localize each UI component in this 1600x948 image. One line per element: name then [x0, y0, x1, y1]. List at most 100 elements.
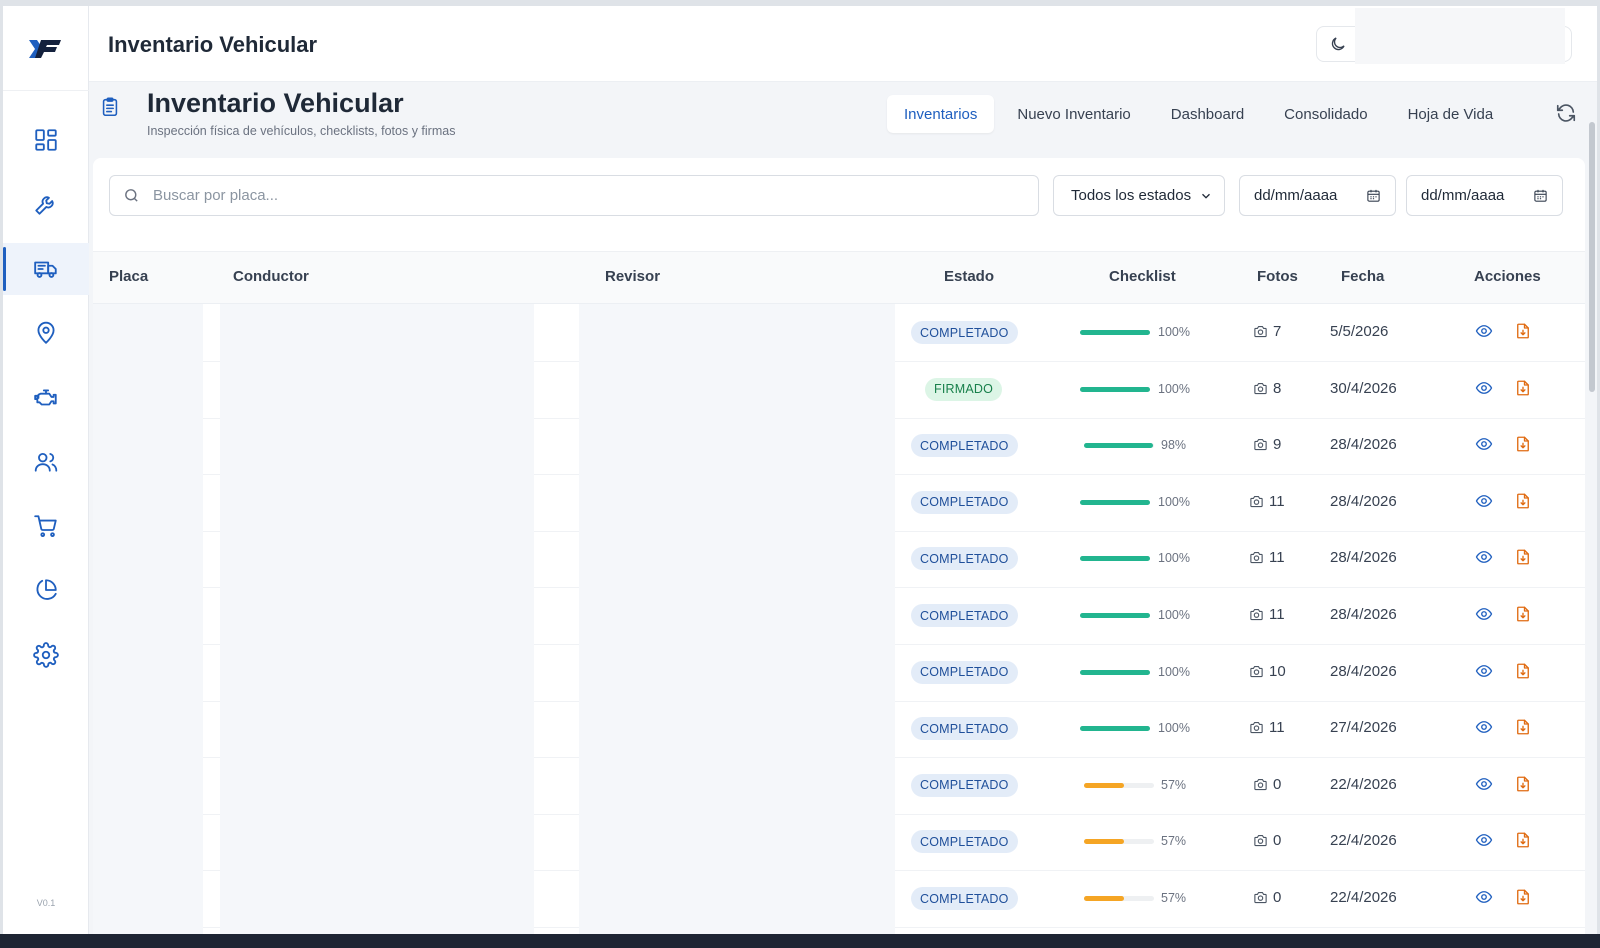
photos-count-value: 10	[1269, 662, 1286, 680]
photos-count-value: 0	[1273, 775, 1282, 793]
eye-icon	[1475, 438, 1493, 451]
status-badge: COMPLETADO	[911, 660, 1018, 684]
view-button[interactable]	[1475, 718, 1495, 738]
date-cell: 28/4/2026	[1330, 492, 1397, 510]
column-header-fecha[interactable]: Fecha	[1341, 268, 1384, 285]
date-cell: 28/4/2026	[1330, 549, 1397, 567]
search-field[interactable]	[109, 175, 1039, 216]
search-input[interactable]	[153, 187, 1013, 204]
view-button[interactable]	[1475, 775, 1495, 795]
view-button[interactable]	[1475, 831, 1495, 851]
date-cell: 22/4/2026	[1330, 775, 1397, 793]
photos-count-value: 11	[1269, 492, 1285, 510]
table-header: Placa Conductor Revisor Estado Checklist…	[93, 252, 1585, 304]
view-button[interactable]	[1475, 435, 1495, 455]
download-pdf-button[interactable]	[1514, 775, 1534, 795]
vertical-scrollbar[interactable]	[1589, 122, 1595, 392]
column-header-revisor[interactable]: Revisor	[605, 268, 660, 285]
sidebar-item-vehicles[interactable]	[3, 243, 89, 295]
calendar-icon[interactable]	[1366, 188, 1381, 203]
cart-icon	[34, 515, 57, 537]
camera-icon	[1250, 608, 1263, 621]
view-button[interactable]	[1475, 492, 1495, 512]
view-button[interactable]	[1475, 662, 1495, 682]
photos-count-value: 9	[1273, 436, 1282, 454]
status-select-value: Todos los estados	[1071, 187, 1192, 204]
sidebar-item-reports[interactable]	[3, 564, 89, 616]
sidebar-item-locations[interactable]	[3, 307, 89, 359]
date-cell: 28/4/2026	[1330, 436, 1397, 454]
photos-count: 11	[1249, 493, 1285, 510]
view-button[interactable]	[1475, 379, 1495, 399]
app-window: V0.1 Inventario Vehicular Inventario Veh…	[3, 6, 1597, 934]
photos-count: 11	[1249, 549, 1285, 566]
photos-count: 0	[1253, 776, 1281, 793]
date-from-input[interactable]: dd/mm/aaaa	[1239, 175, 1396, 216]
page-subtitle: Inspección física de vehículos, checklis…	[147, 124, 456, 138]
file-download-icon	[1517, 719, 1529, 735]
sidebar-item-settings[interactable]	[3, 629, 89, 681]
filters-bar: Todos los estados dd/mm/aaaa dd/mm/aaaa	[93, 158, 1585, 252]
tab-nuevo-inventario[interactable]: Nuevo Inventario	[1000, 95, 1147, 133]
download-pdf-button[interactable]	[1514, 435, 1534, 455]
download-pdf-button[interactable]	[1514, 548, 1534, 568]
view-button[interactable]	[1475, 548, 1495, 568]
date-cell: 28/4/2026	[1330, 606, 1397, 623]
eye-icon	[1475, 381, 1493, 394]
download-pdf-button[interactable]	[1514, 379, 1534, 399]
column-header-estado[interactable]: Estado	[944, 268, 994, 285]
sidebar-item-purchases[interactable]	[3, 500, 89, 552]
tab-hoja-de-vida[interactable]: Hoja de Vida	[1391, 95, 1511, 133]
view-button[interactable]	[1475, 888, 1495, 908]
checklist-progress-bar	[1080, 613, 1150, 618]
checklist-percent: 100%	[1158, 325, 1190, 339]
tab-inventarios[interactable]: Inventarios	[887, 95, 995, 133]
download-pdf-button[interactable]	[1514, 605, 1534, 625]
top-bar: Inventario Vehicular	[89, 6, 1597, 82]
app-logo[interactable]	[27, 34, 65, 64]
tab-dashboard[interactable]: Dashboard	[1154, 95, 1261, 133]
tab-consolidado[interactable]: Consolidado	[1267, 95, 1384, 133]
checklist-progress-bar	[1080, 499, 1150, 505]
app-version: V0.1	[36, 898, 56, 908]
moon-icon	[1331, 37, 1345, 51]
refresh-button[interactable]	[1555, 102, 1579, 126]
view-button[interactable]	[1475, 605, 1495, 625]
photos-count: 11	[1249, 719, 1285, 736]
column-header-fotos[interactable]: Fotos	[1257, 268, 1298, 285]
download-pdf-button[interactable]	[1514, 718, 1534, 738]
download-pdf-button[interactable]	[1514, 662, 1534, 682]
status-badge: COMPLETADO	[911, 321, 1018, 344]
status-badge: COMPLETADO	[911, 887, 1018, 910]
sidebar-item-users[interactable]	[3, 436, 89, 488]
refresh-icon	[1556, 104, 1576, 122]
redacted-user-area	[1355, 8, 1565, 64]
date-to-input[interactable]: dd/mm/aaaa	[1406, 175, 1563, 216]
download-pdf-button[interactable]	[1514, 322, 1534, 342]
view-button[interactable]	[1475, 322, 1495, 342]
calendar-icon[interactable]	[1533, 188, 1548, 203]
download-pdf-button[interactable]	[1514, 831, 1534, 851]
file-download-icon	[1517, 323, 1529, 339]
column-header-checklist[interactable]: Checklist	[1109, 268, 1176, 285]
column-header-conductor[interactable]: Conductor	[233, 268, 309, 285]
inventory-panel: Todos los estados dd/mm/aaaa dd/mm/aaaa	[93, 158, 1585, 934]
sidebar: V0.1	[3, 6, 89, 934]
column-header-placa[interactable]: Placa	[109, 268, 148, 285]
checklist-progress-fill	[1084, 896, 1124, 901]
status-select[interactable]: Todos los estados	[1053, 175, 1225, 216]
wrench-icon	[35, 196, 54, 215]
checklist-progress-fill	[1080, 386, 1150, 392]
status-badge: COMPLETADO	[911, 773, 1018, 797]
file-download-icon	[1517, 889, 1529, 905]
sidebar-item-engines[interactable]	[3, 372, 89, 424]
users-icon	[34, 452, 58, 472]
download-pdf-button[interactable]	[1514, 492, 1534, 512]
file-download-icon	[1517, 549, 1529, 565]
checklist-progress-bar	[1080, 556, 1150, 562]
file-download-icon	[1517, 436, 1529, 452]
sidebar-item-dashboard[interactable]	[3, 114, 89, 166]
camera-icon	[1250, 495, 1263, 507]
sidebar-item-maintenance[interactable]	[3, 178, 89, 230]
download-pdf-button[interactable]	[1514, 888, 1534, 908]
